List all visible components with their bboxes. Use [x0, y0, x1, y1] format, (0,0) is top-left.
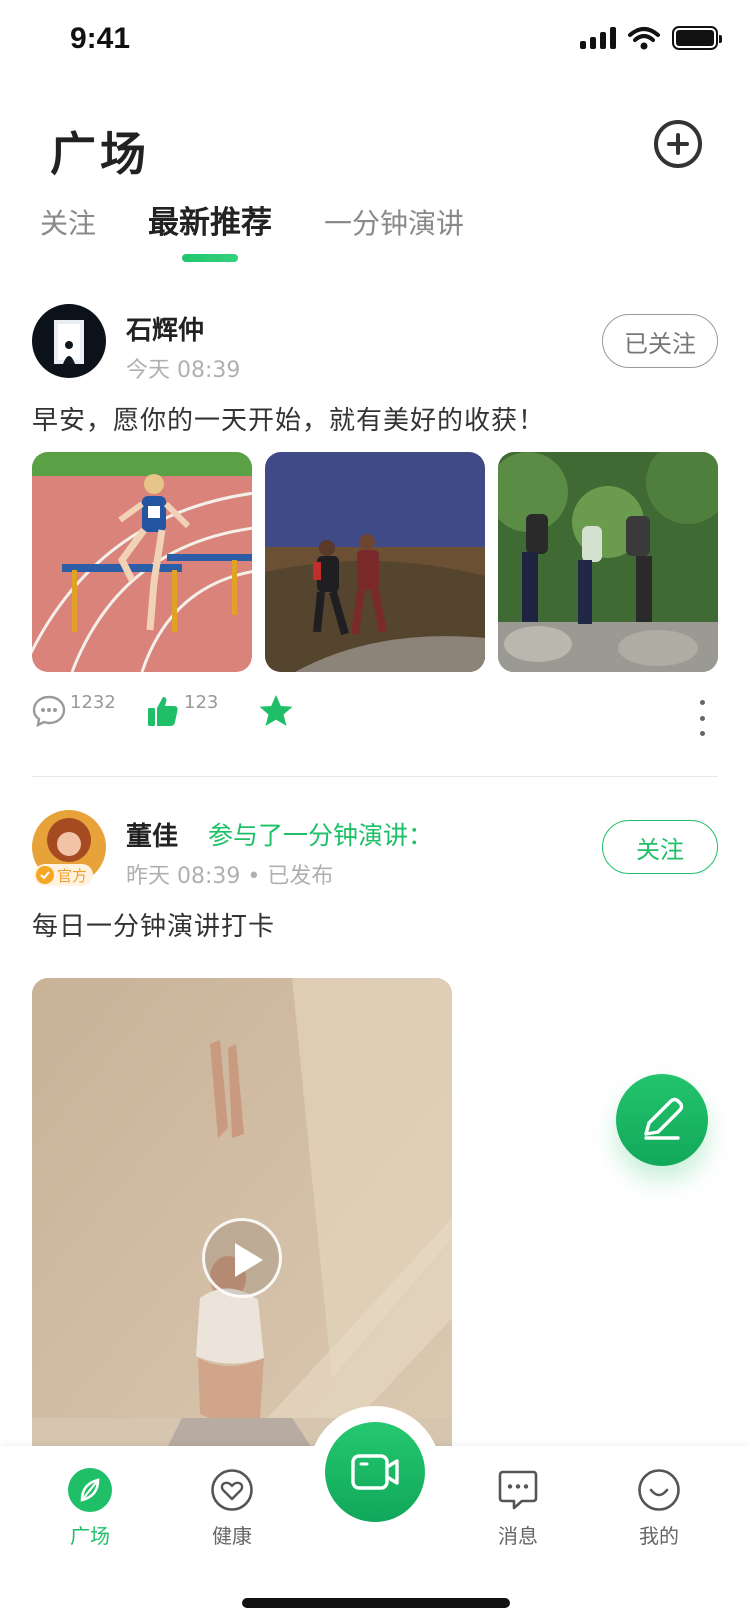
post-actions: 1232 123: [32, 692, 718, 744]
home-indicator: [242, 1598, 510, 1608]
video-record-button[interactable]: [309, 1406, 441, 1538]
post-time: 昨天 08:39 • 已发布: [126, 864, 334, 889]
comment-action[interactable]: 1232: [32, 692, 116, 728]
compass-icon: [68, 1468, 112, 1512]
post-text: 早安，愿你的一天开始，就有美好的收获！: [32, 406, 546, 436]
nav-item-health[interactable]: 健康: [187, 1468, 277, 1549]
chat-icon: [496, 1468, 540, 1512]
compose-button[interactable]: [616, 1074, 708, 1166]
avatar[interactable]: [32, 304, 106, 378]
play-button[interactable]: [202, 1218, 282, 1298]
comment-icon: [32, 695, 66, 728]
post-text: 每日一分钟演讲打卡: [32, 912, 276, 942]
followed-button[interactable]: 已关注: [602, 314, 718, 368]
tab-bar: 关注 最新推荐 一分钟演讲: [40, 204, 516, 264]
nav-item-messages[interactable]: 消息: [473, 1468, 563, 1549]
nav-label: 消息: [498, 1524, 538, 1548]
post-card: 石辉仲 今天 08:39 已关注 早安，愿你的一天开始，就有美好的收获！ 123…: [32, 304, 718, 754]
add-icon[interactable]: [654, 120, 702, 168]
post-image-hurdle-runner[interactable]: [32, 452, 252, 672]
tab-one-minute-speech[interactable]: 一分钟演讲: [324, 202, 464, 264]
page-title: 广场: [50, 127, 150, 181]
star-icon: [259, 695, 293, 726]
comment-count: 1232: [70, 692, 116, 713]
nav-label: 广场: [70, 1524, 110, 1548]
video-thumbnail[interactable]: [32, 978, 452, 1478]
post-divider: [32, 776, 718, 777]
pencil-icon: [644, 1097, 684, 1140]
post-time: 今天 08:39: [126, 358, 241, 383]
author-name[interactable]: 石辉仲: [126, 310, 204, 347]
participation-text[interactable]: 参与了一分钟演讲：: [208, 816, 433, 852]
video-camera-icon: [351, 1454, 399, 1490]
heart-icon: [210, 1468, 254, 1512]
like-action[interactable]: 123: [146, 692, 219, 728]
follow-button[interactable]: 关注: [602, 820, 718, 874]
like-count: 123: [184, 692, 219, 713]
status-icons: [580, 26, 722, 50]
more-icon[interactable]: [692, 700, 712, 736]
battery-icon: [672, 26, 722, 50]
signal-icon: [580, 27, 616, 49]
post-image-two-runners[interactable]: [265, 452, 485, 672]
favorite-action[interactable]: [258, 694, 294, 728]
official-badge: 官方: [34, 864, 94, 886]
tab-following[interactable]: 关注: [40, 202, 96, 264]
post-image-hikers[interactable]: [498, 452, 718, 672]
nav-item-square[interactable]: 广场: [45, 1468, 135, 1549]
nav-label: 我的: [639, 1524, 679, 1548]
author-name[interactable]: 董佳: [126, 816, 178, 853]
status-time: 9:41: [70, 22, 131, 55]
image-grid: [32, 452, 718, 672]
check-icon: [36, 866, 54, 884]
smile-icon: [637, 1468, 681, 1512]
thumbs-up-icon: [148, 697, 178, 726]
wifi-icon: [628, 27, 660, 50]
badge-label: 官方: [57, 866, 88, 885]
nav-item-profile[interactable]: 我的: [614, 1468, 704, 1549]
nav-label: 健康: [212, 1524, 252, 1548]
status-bar: 9:41: [0, 0, 750, 88]
tab-latest-recommended[interactable]: 最新推荐: [148, 197, 272, 264]
